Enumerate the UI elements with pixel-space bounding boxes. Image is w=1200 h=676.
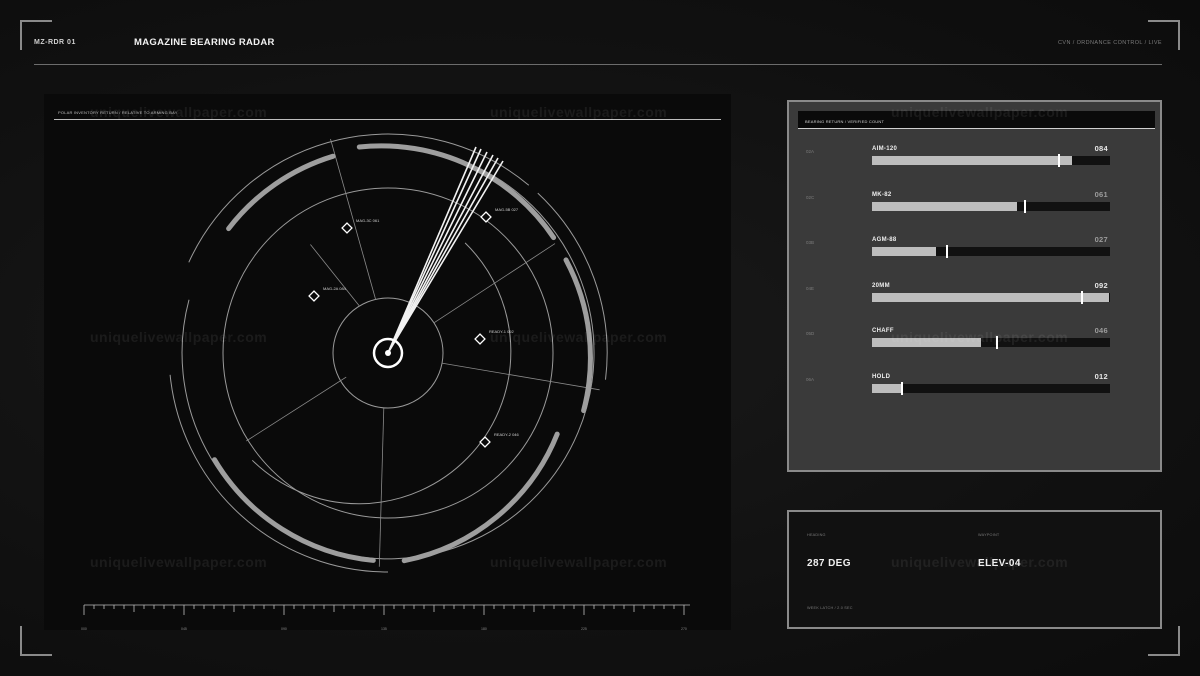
- navigation-panel: HEADING 287 DEG WAYPOINT ELEV-04 WEEK LA…: [787, 510, 1162, 629]
- inventory-row[interactable]: 02A AIM-120 084: [789, 138, 1160, 168]
- row-count: 084: [1094, 144, 1108, 153]
- row-bay-code: 02C: [806, 194, 815, 200]
- waypoint-value: ELEV-04: [978, 558, 1021, 569]
- scale-tick-label: 270: [681, 627, 687, 631]
- inventory-bar-track: [872, 381, 1110, 395]
- inventory-bar-fill: [872, 156, 1072, 165]
- inventory-bar-track: [872, 336, 1110, 349]
- row-bay-code: 02A: [806, 149, 815, 154]
- inventory-row[interactable]: 05D CHAFF 046: [789, 320, 1160, 350]
- row-count: 012: [1094, 371, 1108, 381]
- inventory-bar-fill: [872, 292, 1109, 302]
- radar-target[interactable]: MAG-5B 027: [480, 207, 519, 223]
- target-label: MAG-5B 027: [495, 207, 519, 212]
- heading-value: 287 DEG: [807, 558, 851, 569]
- bearing-spokes: [246, 138, 600, 567]
- range-ring-outer: [188, 133, 530, 263]
- row-bay-code: 04E: [806, 285, 815, 291]
- status-text: CVN / ORDNANCE CONTROL / LIVE: [1058, 40, 1162, 46]
- inventory-bar-fill: [872, 383, 901, 393]
- ownship-center: [385, 350, 391, 356]
- target-label: READY-1 092: [489, 329, 515, 334]
- row-ordnance-name: 20MM: [872, 282, 890, 289]
- target-diamond-icon: [341, 222, 353, 234]
- target-label: MAG-3C 061: [356, 218, 380, 223]
- inventory-row[interactable]: 02C MK-82 061: [789, 184, 1160, 214]
- row-bay-code: 03B: [806, 240, 815, 245]
- row-count: 061: [1094, 189, 1108, 199]
- target-label: MAG-2A 084: [323, 286, 347, 291]
- radar-panel: POLAR INVENTORY RETURN / RELATIVE TO ARM…: [44, 94, 731, 631]
- inventory-bar-fill: [872, 201, 1017, 211]
- radar-target[interactable]: READY-1 092: [474, 329, 515, 345]
- inventory-bar-track: [872, 290, 1110, 304]
- heading-label: HEADING: [807, 533, 826, 537]
- row-count: 046: [1094, 326, 1108, 335]
- row-count: 092: [1094, 280, 1108, 290]
- page-title: MAGAZINE BEARING RADAR: [134, 37, 275, 48]
- inventory-row[interactable]: 04E 20MM 092: [789, 275, 1160, 305]
- waypoint-label: WAYPOINT: [978, 533, 1000, 537]
- inventory-bar-track: [872, 154, 1110, 167]
- inventory-bar-marker[interactable]: [1024, 199, 1026, 213]
- frame-corner-bottom-right: [1148, 626, 1180, 656]
- bearing-scale: [83, 604, 690, 615]
- target-label: READY-2 046: [494, 432, 520, 437]
- row-ordnance-name: AIM-120: [872, 146, 898, 152]
- inventory-bar-marker[interactable]: [1081, 290, 1083, 304]
- inventory-header: BEARING RETURN / VERIFIED COUNT: [798, 111, 1155, 129]
- latch-footnote: WEEK LATCH / 2.0 SEC: [807, 606, 853, 610]
- row-count: 027: [1094, 235, 1108, 244]
- range-ring-2: [251, 242, 512, 505]
- scale-tick-label: 135: [381, 627, 387, 631]
- inventory-bar-fill: [872, 338, 981, 347]
- row-ordnance-name: MK-82: [872, 191, 892, 198]
- range-ring-outer-left: [169, 374, 389, 573]
- inventory-bar-fill: [872, 247, 936, 256]
- row-ordnance-name: CHAFF: [872, 328, 894, 334]
- header-divider: [34, 64, 1162, 65]
- inventory-row[interactable]: 03B AGM-88 027: [789, 229, 1160, 259]
- inventory-bar-marker[interactable]: [901, 381, 903, 395]
- inventory-row[interactable]: 06A HOLD 012: [789, 366, 1160, 396]
- radar-target[interactable]: MAG-3C 061: [341, 218, 380, 234]
- radar-target[interactable]: MAG-2A 084: [308, 286, 347, 302]
- inventory-bar-track: [872, 199, 1110, 213]
- scale-tick-label: 045: [181, 627, 187, 631]
- sweep-beams: [387, 146, 504, 354]
- inventory-panel: BEARING RETURN / VERIFIED COUNT 02A AIM-1…: [787, 100, 1162, 472]
- inventory-bar-track: [872, 245, 1110, 258]
- radar-scope: MAG-3C 061 MAG-5B 027 MAG-2A 084 READY-1 09…: [81, 133, 690, 631]
- scale-tick-label: 000: [81, 627, 87, 631]
- scale-tick-label: 090: [281, 627, 287, 631]
- target-diamond-icon: [474, 333, 486, 345]
- inventory-bar-marker[interactable]: [946, 245, 948, 258]
- scale-tick-label: 225: [581, 627, 587, 631]
- row-ordnance-name: AGM-88: [872, 237, 897, 243]
- scale-tick-label: 180: [481, 627, 487, 631]
- inventory-bar-marker[interactable]: [1058, 154, 1060, 167]
- system-id: MZ-RDR 01: [34, 39, 76, 46]
- row-bay-code: 06A: [806, 376, 815, 382]
- target-diamond-icon: [308, 290, 320, 302]
- target-diamond-icon: [480, 211, 492, 223]
- frame-corner-bottom-left: [20, 626, 52, 656]
- row-bay-code: 05D: [806, 331, 815, 336]
- inventory-bar-marker[interactable]: [996, 336, 998, 349]
- range-ring-outer-right: [537, 192, 608, 380]
- inventory-header-text: BEARING RETURN / VERIFIED COUNT: [805, 119, 885, 124]
- target-diamond-icon: [479, 436, 491, 448]
- row-ordnance-name: HOLD: [872, 373, 891, 380]
